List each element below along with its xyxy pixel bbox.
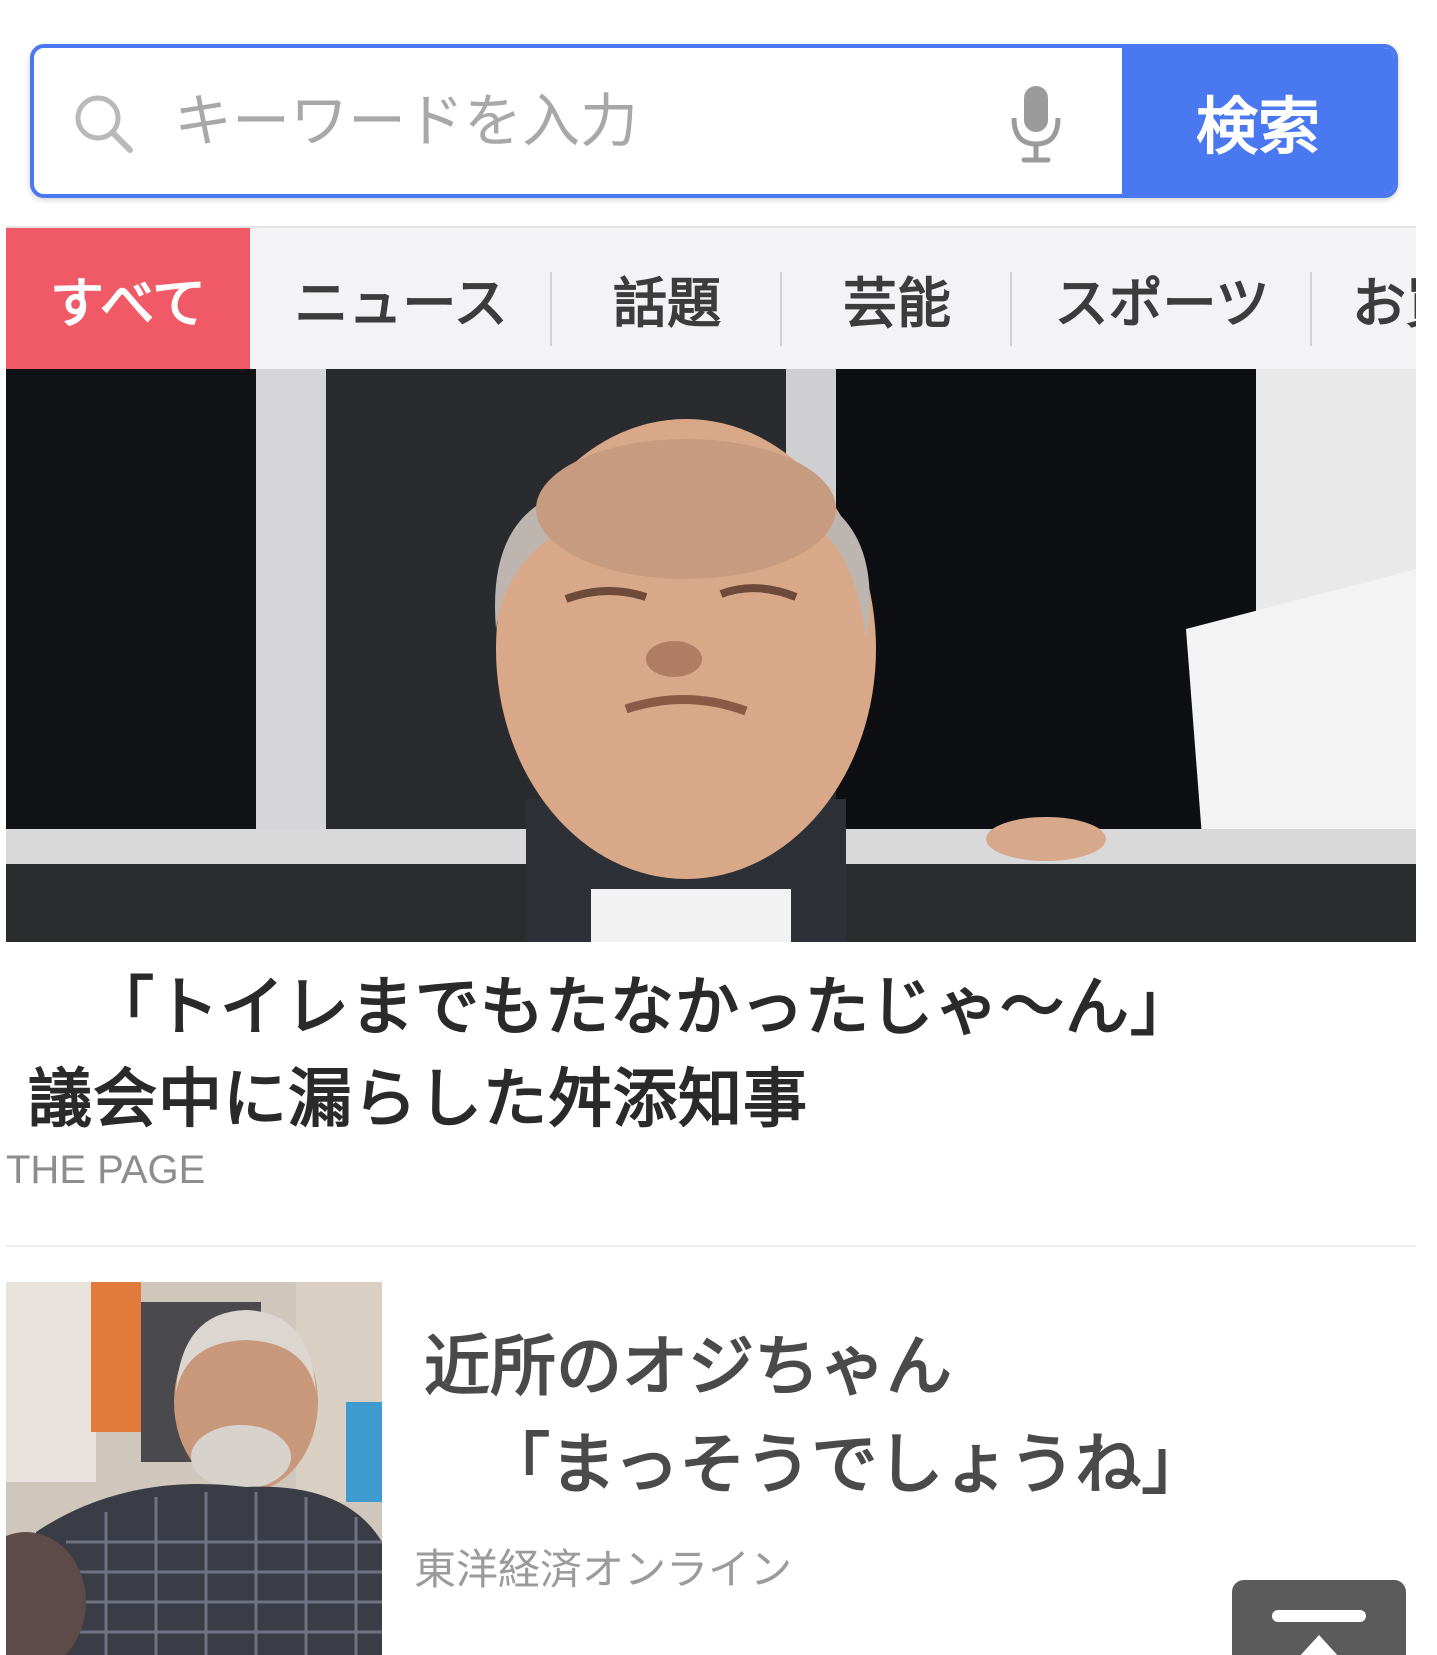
- page: 検索 すべて ニュース 話題 芸能 スポーツ お買: [0, 0, 1437, 1655]
- search-bar: 検索: [30, 44, 1398, 198]
- hero-headline[interactable]: 「トイレまでもたなかったじゃ〜ん」 議会中に漏らした舛添知事: [28, 962, 1408, 1146]
- category-tab-bar: すべて ニュース 話題 芸能 スポーツ お買: [6, 226, 1416, 369]
- article-headline[interactable]: 近所のオジちゃん 「まっそうでしょうね」: [424, 1318, 1414, 1514]
- hero-source: THE PAGE: [6, 1148, 206, 1192]
- search-input[interactable]: [174, 48, 1002, 194]
- back-to-top-icon: [1272, 1610, 1366, 1655]
- search-field[interactable]: [34, 48, 1122, 194]
- tab-sports[interactable]: スポーツ: [1012, 228, 1312, 369]
- back-to-top-button[interactable]: [1232, 1580, 1406, 1655]
- tab-shopping[interactable]: お買: [1312, 228, 1416, 369]
- tab-label: 話題: [613, 272, 721, 335]
- tab-label: 芸能: [843, 272, 951, 335]
- search-icon: [75, 95, 133, 153]
- article-headline-line2: 「まっそうでしょうね」: [484, 1426, 1208, 1503]
- article-source: 東洋経済オンライン: [414, 1545, 793, 1594]
- article-thumbnail[interactable]: [6, 1282, 382, 1655]
- search-button[interactable]: 検索: [1122, 48, 1394, 194]
- article-headline-line1: 近所のオジちゃん: [424, 1328, 952, 1405]
- tab-label: お買: [1352, 272, 1416, 335]
- mic-icon[interactable]: [1008, 82, 1064, 166]
- tab-topics[interactable]: 話題: [552, 228, 782, 369]
- tab-all[interactable]: すべて: [6, 228, 250, 369]
- tab-label: ニュース: [294, 272, 508, 335]
- tab-label: スポーツ: [1054, 272, 1270, 335]
- tab-news[interactable]: ニュース: [250, 228, 552, 369]
- hero-headline-line1: 「トイレまでもたなかったじゃ〜ん」: [90, 971, 1195, 1045]
- tab-label: すべて: [49, 272, 207, 335]
- divider: [6, 1245, 1416, 1247]
- hero-photo[interactable]: [6, 369, 1416, 942]
- hero-headline-line2: 議会中に漏らした舛添知事: [28, 1063, 808, 1137]
- tab-entertainment[interactable]: 芸能: [782, 228, 1012, 369]
